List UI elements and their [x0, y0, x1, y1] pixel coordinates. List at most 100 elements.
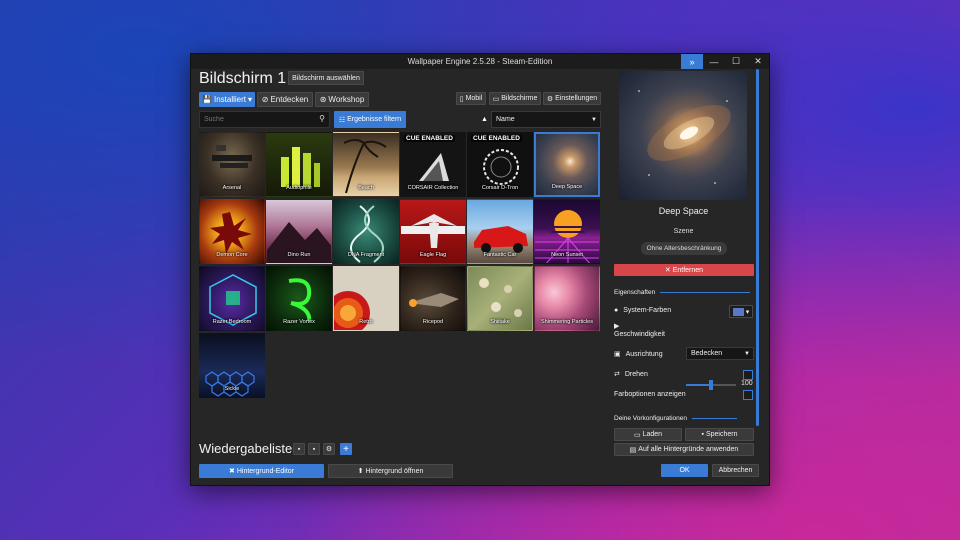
wallpaper-editor-button[interactable]: ✖ Hintergrund-Editor: [199, 464, 324, 478]
wallpaper-tile[interactable]: Razer Vortex: [266, 266, 332, 331]
speed-slider-thumb[interactable]: [709, 380, 713, 390]
wallpaper-tile[interactable]: Audiophile: [266, 132, 332, 197]
steam-icon: ⊛: [319, 95, 327, 104]
alignment-select[interactable]: Bedecken ▼: [686, 347, 754, 360]
settings-button[interactable]: ⚙ Einstellungen: [543, 92, 601, 105]
minimize-button[interactable]: —: [703, 54, 725, 69]
wrench-icon: ✖: [228, 468, 235, 475]
color-picker[interactable]: ▾: [729, 305, 753, 318]
wallpaper-preview: [619, 71, 747, 200]
list-filter-icon: ☷: [338, 116, 346, 124]
wallpaper-grid: Arsenal Audiophile Beach CUE ENABLED COR…: [199, 132, 601, 398]
wallpaper-label: Shiitake: [490, 319, 510, 325]
ok-button[interactable]: OK: [661, 464, 708, 477]
page-title: Bildschirm 1: [199, 70, 287, 87]
tab-workshop[interactable]: ⊛ Workshop: [315, 92, 369, 107]
search-input[interactable]: [204, 116, 316, 123]
screens-button[interactable]: ▭ Bildschirme: [489, 92, 541, 105]
save-icon: ▪: [701, 431, 704, 438]
speed-value: 100: [741, 380, 753, 387]
wallpaper-label: Fantastic Car: [483, 252, 517, 258]
color-options-checkbox[interactable]: [743, 390, 753, 400]
rotate-checkbox[interactable]: [743, 370, 753, 380]
add-icon[interactable]: +: [340, 443, 352, 455]
search-icon[interactable]: ⚲: [319, 114, 325, 123]
maximize-button[interactable]: ☐: [725, 54, 747, 69]
scrollbar[interactable]: [756, 69, 759, 426]
wallpaper-tile[interactable]: DNA Fragment: [333, 199, 399, 264]
divider: [692, 418, 737, 419]
wallpaper-tile[interactable]: Shiitake: [467, 266, 533, 331]
mobile-button[interactable]: ▯ Mobil: [456, 92, 486, 105]
wallpaper-label: Neon Sunset: [551, 252, 583, 258]
save-icon[interactable]: ▪: [308, 443, 320, 455]
speed-row: ▶ Geschwindigkeit: [614, 323, 665, 338]
load-button[interactable]: ▭ Laden: [614, 428, 682, 441]
wallpaper-tile[interactable]: Shimmering Particles: [534, 266, 600, 331]
wallpaper-tile[interactable]: Fantastic Car: [467, 199, 533, 264]
sort-select[interactable]: Name ▼: [491, 111, 601, 128]
wallpaper-tile[interactable]: Ricepod: [400, 266, 466, 331]
chevron-down-icon: ▾: [745, 308, 750, 316]
remove-button[interactable]: ✕ Entfernen: [614, 264, 754, 276]
properties-heading: Eigenschaften: [614, 289, 751, 296]
wallpaper-label: DNA Fragment: [347, 252, 385, 258]
compass-icon: ⊘: [261, 95, 269, 104]
wallpaper-label: Demon Core: [216, 252, 248, 258]
apply-icon: ▤: [629, 446, 637, 454]
wallpaper-label: Beach: [358, 185, 374, 191]
wallpaper-tile[interactable]: Demon Core: [199, 199, 265, 264]
wallpaper-tile[interactable]: Razer Bedroom: [199, 266, 265, 331]
palette-icon: ●: [614, 307, 619, 314]
chevron-down-icon: ▼: [591, 116, 597, 123]
playlist-title: Wiedergabeliste: [199, 441, 293, 456]
wallpaper-tile[interactable]: Retro: [333, 266, 399, 331]
wallpaper-tile[interactable]: CUE ENABLED Corsair D-Tron: [467, 132, 533, 197]
wallpaper-label: Retro: [359, 319, 373, 325]
tab-discover[interactable]: ⊘ Entdecken: [257, 92, 313, 107]
sort-direction-icon[interactable]: ▲: [478, 111, 491, 128]
chevron-down-icon: ▼: [744, 350, 750, 357]
wallpaper-tile[interactable]: Arsenal: [199, 132, 265, 197]
cue-badge: CUE ENABLED: [471, 135, 522, 142]
select-screen-button[interactable]: Bildschirm auswählen: [288, 71, 364, 85]
close-button[interactable]: ✕: [747, 54, 769, 69]
wallpaper-label: Razer Bedroom: [212, 319, 252, 325]
wallpaper-label: Sickle: [224, 386, 240, 392]
wallpaper-tile[interactable]: CUE ENABLED CORSAIR Collection: [400, 132, 466, 197]
apply-all-button[interactable]: ▤ Auf alle Hintergründe anwenden: [614, 443, 754, 456]
wallpaper-tile[interactable]: Eagle Flag: [400, 199, 466, 264]
wallpaper-tile[interactable]: Neon Sunset: [534, 199, 600, 264]
color-options-row: Farboptionen anzeigen: [614, 391, 686, 398]
tab-installed[interactable]: 💾 Installiert ▾: [199, 92, 255, 107]
expand-icon[interactable]: »: [681, 54, 703, 69]
cue-badge: CUE ENABLED: [404, 135, 455, 142]
wallpaper-label: Ricepod: [422, 319, 444, 325]
wallpaper-label: CORSAIR Collection: [407, 185, 459, 191]
wallpaper-tile[interactable]: Beach: [333, 132, 399, 197]
wallpaper-label: Corsair D-Tron: [481, 185, 519, 191]
speed-slider[interactable]: [686, 380, 736, 390]
wallpaper-tile-selected[interactable]: Deep Space: [534, 132, 600, 197]
swap-icon: ⇄: [614, 371, 620, 378]
wallpaper-title: Deep Space: [658, 206, 709, 216]
open-wallpaper-button[interactable]: ⬆ Hintergrund öffnen: [328, 464, 453, 478]
wallpaper-engine-window: Wallpaper Engine 2.5.28 - Steam-Edition …: [190, 53, 770, 486]
filter-results-button[interactable]: ☷ Ergebnisse filtern: [334, 111, 406, 128]
monitor-icon: ▭: [492, 95, 500, 103]
speed-slider-fill: [686, 384, 711, 386]
wallpaper-tile[interactable]: Sickle: [199, 333, 265, 398]
details-panel: Deep Space Szene Ohne Altersbeschränkung…: [611, 69, 759, 487]
title-bar[interactable]: Wallpaper Engine 2.5.28 - Steam-Edition …: [191, 54, 769, 69]
color-swatch: [732, 307, 744, 316]
save-preset-button[interactable]: ▪ Speichern: [685, 428, 754, 441]
galaxy-preview-image: [638, 90, 731, 184]
chevron-down-icon: ▾: [247, 95, 252, 104]
phone-icon: ▯: [459, 95, 464, 103]
wallpaper-tile[interactable]: Dino Run: [266, 199, 332, 264]
alignment-row: ▣ Ausrichtung: [614, 350, 663, 359]
folder-icon[interactable]: ▪: [293, 443, 305, 455]
window-title: Wallpaper Engine 2.5.28 - Steam-Edition: [407, 57, 553, 66]
gear-icon[interactable]: ⚙: [323, 443, 335, 455]
cancel-button[interactable]: Abbrechen: [712, 464, 759, 477]
